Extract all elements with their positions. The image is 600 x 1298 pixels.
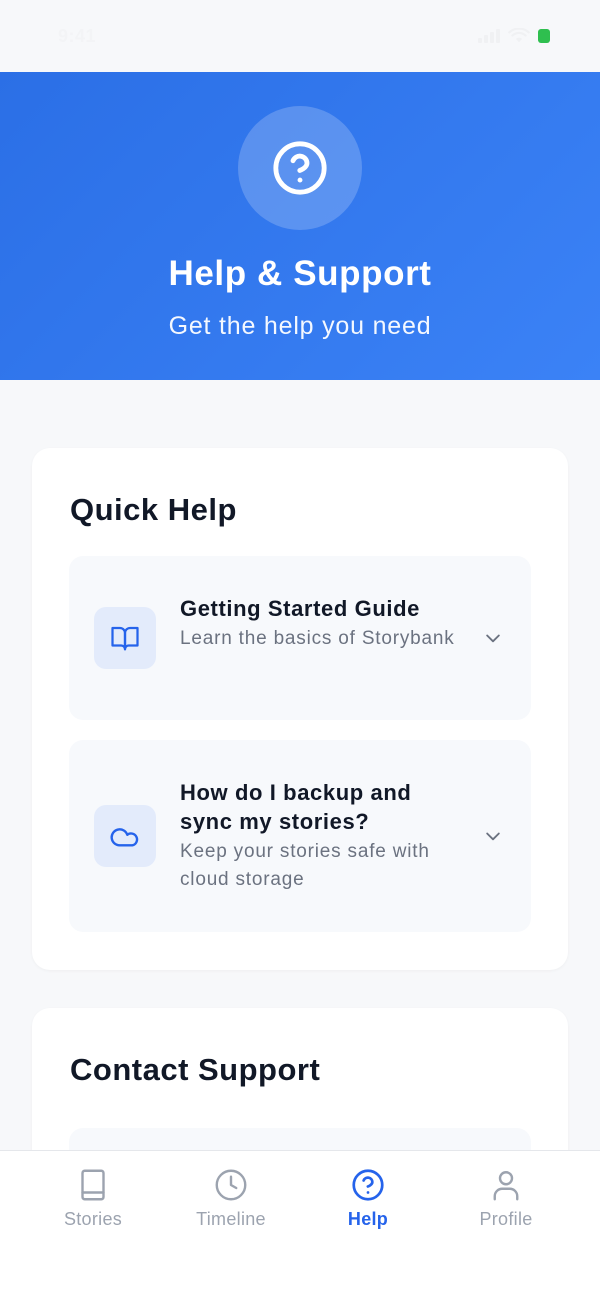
signal-icon (478, 29, 500, 43)
chevron-down-icon[interactable] (483, 826, 503, 846)
wifi-icon (508, 28, 530, 43)
tab-help[interactable]: Help (308, 1167, 428, 1230)
tab-stories[interactable]: Stories (33, 1167, 153, 1230)
faq-description: Keep your stories safe with cloud storag… (180, 841, 430, 890)
page-subtitle: Get the help you need (168, 312, 432, 340)
faq-title: How do I backup and sync my stories? (180, 780, 412, 834)
book-icon (81, 1169, 105, 1201)
help-circle-icon (352, 1169, 384, 1201)
contact-support-title: Contact Support (70, 1052, 321, 1087)
tab-label: Stories (63, 1209, 123, 1229)
tab-label: Timeline (196, 1209, 266, 1229)
book-open-icon (94, 607, 156, 669)
faq-text: Getting Started Guide Learn the basics o… (180, 594, 470, 653)
faq-item-getting-started[interactable]: Getting Started Guide Learn the basics o… (69, 556, 531, 720)
tab-bar: Stories Timeline Help Profile (0, 1150, 600, 1298)
faq-description: Learn the basics of Storybank (180, 628, 455, 649)
battery-icon (538, 29, 550, 43)
help-screen: 9:41 Help & Support Get the help you nee… (0, 0, 600, 1298)
tab-label: Profile (479, 1209, 533, 1229)
faq-item-backup-sync[interactable]: How do I backup and sync my stories? Kee… (69, 740, 531, 932)
status-time: 9:41 (58, 26, 97, 46)
tab-profile[interactable]: Profile (446, 1167, 566, 1230)
status-bar: 9:41 (0, 0, 600, 72)
tab-timeline[interactable]: Timeline (171, 1167, 291, 1230)
status-icons (478, 28, 550, 44)
quick-help-card: Quick Help Getting Started Guide Learn t… (32, 448, 568, 970)
faq-text: How do I backup and sync my stories? Kee… (180, 778, 470, 894)
page-title: Help & Support (168, 254, 432, 293)
chevron-down-icon[interactable] (483, 628, 503, 648)
user-icon (493, 1171, 519, 1201)
faq-title: Getting Started Guide (180, 596, 420, 621)
clock-icon (215, 1169, 247, 1201)
cloud-icon (94, 805, 156, 867)
help-circle-icon (238, 106, 362, 230)
help-header: Help & Support Get the help you need (0, 72, 600, 380)
tab-label: Help (347, 1209, 389, 1229)
quick-help-title: Quick Help (70, 492, 237, 527)
